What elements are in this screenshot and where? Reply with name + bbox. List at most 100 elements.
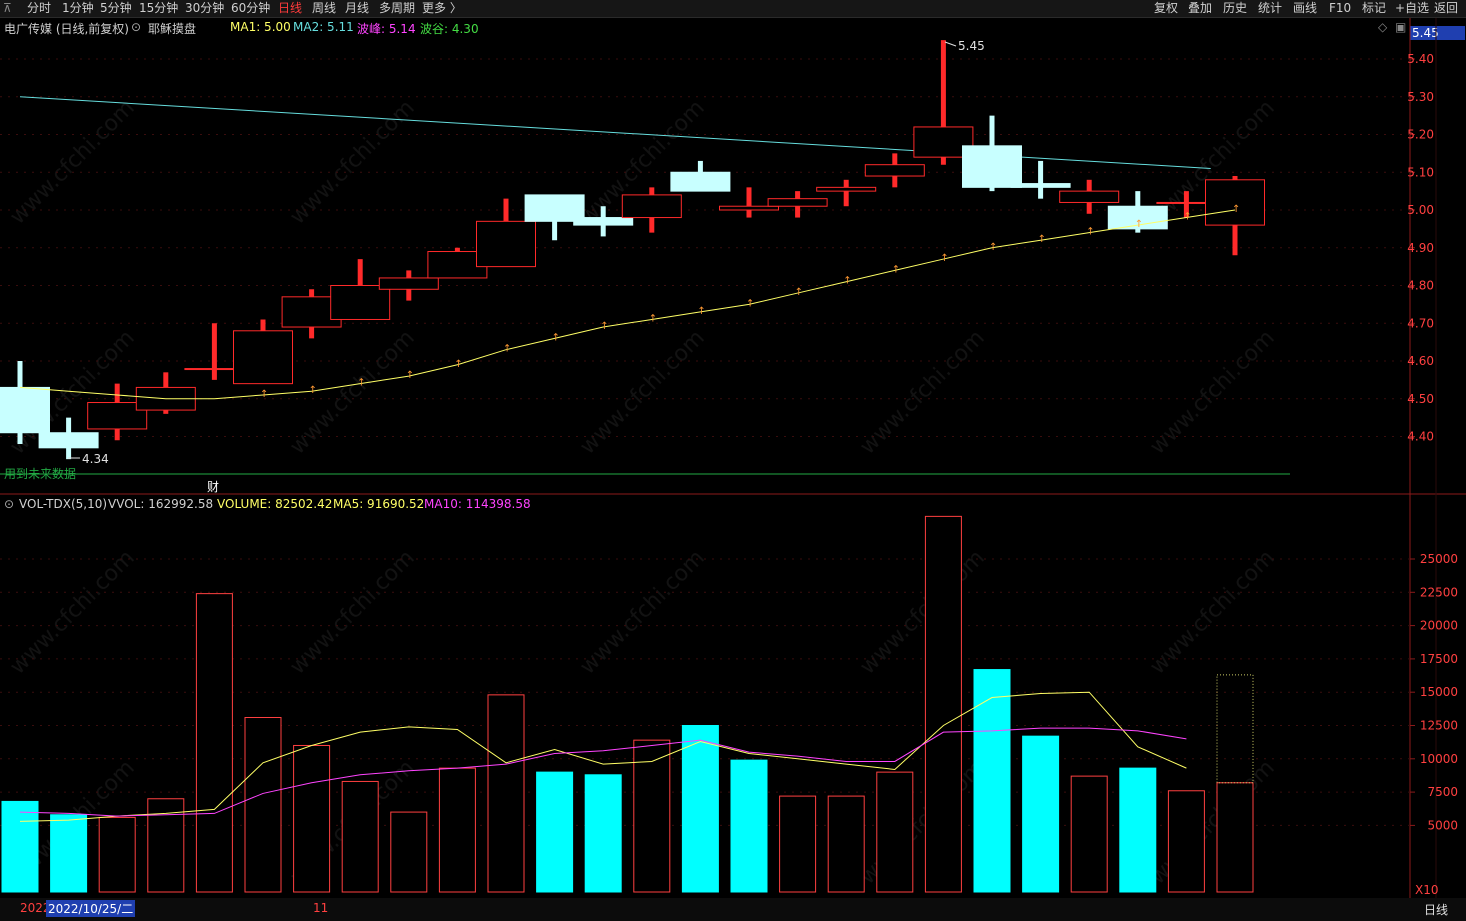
price-tick-label: 5.40 (1407, 52, 1434, 66)
date-axis: 2022 2022/10/25/二 11 日线 (0, 898, 1466, 921)
candle-body (719, 205, 779, 211)
price-tick-label: 4.80 (1407, 279, 1434, 293)
candle-body (1205, 179, 1265, 226)
volume-bar (1, 800, 39, 893)
ma1-arrow-marker: ↑ (795, 287, 803, 298)
volume-bar (98, 816, 136, 893)
volume-bar (924, 515, 962, 893)
price-tick-label: 5.30 (1407, 90, 1434, 104)
ma1-polyline (19, 209, 1236, 400)
candles (0, 40, 1265, 460)
ma1-arrow-marker: ↑ (600, 321, 608, 332)
volume-bar (390, 811, 428, 893)
candle-body (38, 432, 99, 449)
ma1-arrow-marker: ↑ (1135, 219, 1143, 230)
volume-bar (195, 593, 233, 893)
ma1-arrow-marker: ↑ (843, 276, 851, 287)
ma1-arrow-marker: ↑ (989, 242, 997, 253)
candle-body (573, 217, 634, 226)
candle-body (864, 164, 925, 177)
ma1-arrow-marker: ↑ (1086, 227, 1094, 238)
volume-bar (730, 759, 768, 893)
candle-body (1010, 183, 1071, 188)
candle-body (621, 194, 682, 219)
price-tick-label: 5.10 (1407, 165, 1434, 179)
candle-body (816, 186, 877, 192)
ma1-arrow-marker: ↑ (503, 344, 511, 355)
ma1-arrow-marker: ↑ (260, 389, 268, 400)
ma1-arrow-marker: ↑ (892, 264, 900, 275)
ma1-arrow-marker: ↑ (940, 253, 948, 264)
price-tick-label: 4.40 (1407, 430, 1434, 444)
volume-tick-label: 25000 (1420, 552, 1458, 566)
cursor-date: 2022/10/25/二 (46, 900, 136, 917)
volume-bar (973, 669, 1011, 893)
ma1-arrow-marker: ↑ (1183, 212, 1191, 223)
ma1-arrow-marker: ↑ (1038, 234, 1046, 245)
volume-tick-label: 5000 (1427, 818, 1458, 832)
price-tick-label: 4.70 (1407, 316, 1434, 330)
ma1-arrow-marker: ↑ (697, 306, 705, 317)
ma2-segment (19, 96, 1211, 169)
candle-body (0, 386, 50, 434)
price-axis: 5.40 5.30 5.20 5.10 5.00 4.90 4.80 4.70 4.60 4.50… (1407, 52, 1434, 444)
volume-tick-label: 22500 (1420, 585, 1458, 599)
month-label: 11 (313, 901, 329, 915)
volume-bar (876, 771, 914, 893)
ma1-arrow-marker: ↑ (746, 298, 754, 309)
ma1-arrow-marker: ↑ (649, 313, 657, 324)
volume-bar (244, 717, 282, 893)
volume-bar (438, 767, 476, 893)
ma1-arrow-marker: ↑ (357, 378, 365, 389)
candle-body (767, 198, 828, 207)
low-label: 4.34 (82, 452, 109, 466)
finance-marker[interactable]: 财 (207, 480, 219, 494)
ma1-arrow-marker: ↑ (454, 359, 462, 370)
kline-chart[interactable]: ↑ ↑↑↑↑↑↑↑↑↑↑↑↑↑↑↑↑↑↑↑↑ 5.405.305.205.105.… (0, 0, 1466, 898)
price-tick-label: 4.60 (1407, 354, 1434, 368)
volume-tick-label: 7500 (1427, 785, 1458, 799)
volume-bar (779, 795, 817, 893)
volume-bar (1216, 782, 1254, 893)
price-tick-label: 4.90 (1407, 241, 1434, 255)
volume-tick-label: 12500 (1420, 719, 1458, 733)
candle-body (378, 277, 439, 290)
volume-bar (536, 771, 574, 893)
volume-bar (50, 814, 88, 893)
price-tick-label: 5.20 (1407, 128, 1434, 142)
price-tick-label: 5.00 (1407, 203, 1434, 217)
vvol-projection (1216, 674, 1254, 784)
period-label: 日线 (1424, 903, 1449, 917)
ma1-arrow-marker: ↑ (1232, 204, 1240, 215)
volume-tick-label: 10000 (1420, 752, 1458, 766)
ma2-line (19, 96, 1211, 169)
volume-tick-label: 20000 (1420, 619, 1458, 633)
volume-bar (1022, 735, 1060, 893)
volume-bar (487, 694, 525, 893)
ma1-line: ↑ ↑ ↑ ↑ ↑ ↑ ↑ ↑ ↑ ↑ ↑ ↑ ↑ ↑ ↑ ↑ ↑ ↑ ↑ ↑ ↑ (19, 204, 1240, 400)
candle-body (962, 145, 1022, 188)
volume-bar (681, 725, 719, 893)
candle-body (670, 171, 731, 192)
future-data-label: 用到未来数据 (4, 466, 76, 481)
volume-bar (1119, 767, 1157, 893)
ma1-arrow-marker: ↑ (406, 370, 414, 381)
volume-bar (1167, 790, 1205, 893)
candle-body (476, 220, 536, 268)
volume-bar (1070, 775, 1108, 893)
volume-bar (633, 739, 671, 893)
volume-bar (341, 780, 379, 893)
volume-bar (584, 774, 622, 893)
volume-bar (827, 795, 865, 893)
ma1-arrow-marker: ↑ (309, 385, 317, 396)
high-label: 5.45 (958, 39, 985, 53)
volume-bars (1, 515, 1254, 893)
volume-tick-label: 15000 (1420, 685, 1458, 699)
volume-bar (293, 744, 331, 893)
volume-axis: 25000 22500 20000 17500 15000 12500 10000 7500 5… (1410, 552, 1458, 832)
candle-body (330, 285, 391, 320)
candle-body (233, 330, 293, 385)
volume-unit: X10 (1415, 883, 1439, 897)
price-tick-label: 4.50 (1407, 392, 1434, 406)
volume-tick-label: 17500 (1420, 652, 1458, 666)
